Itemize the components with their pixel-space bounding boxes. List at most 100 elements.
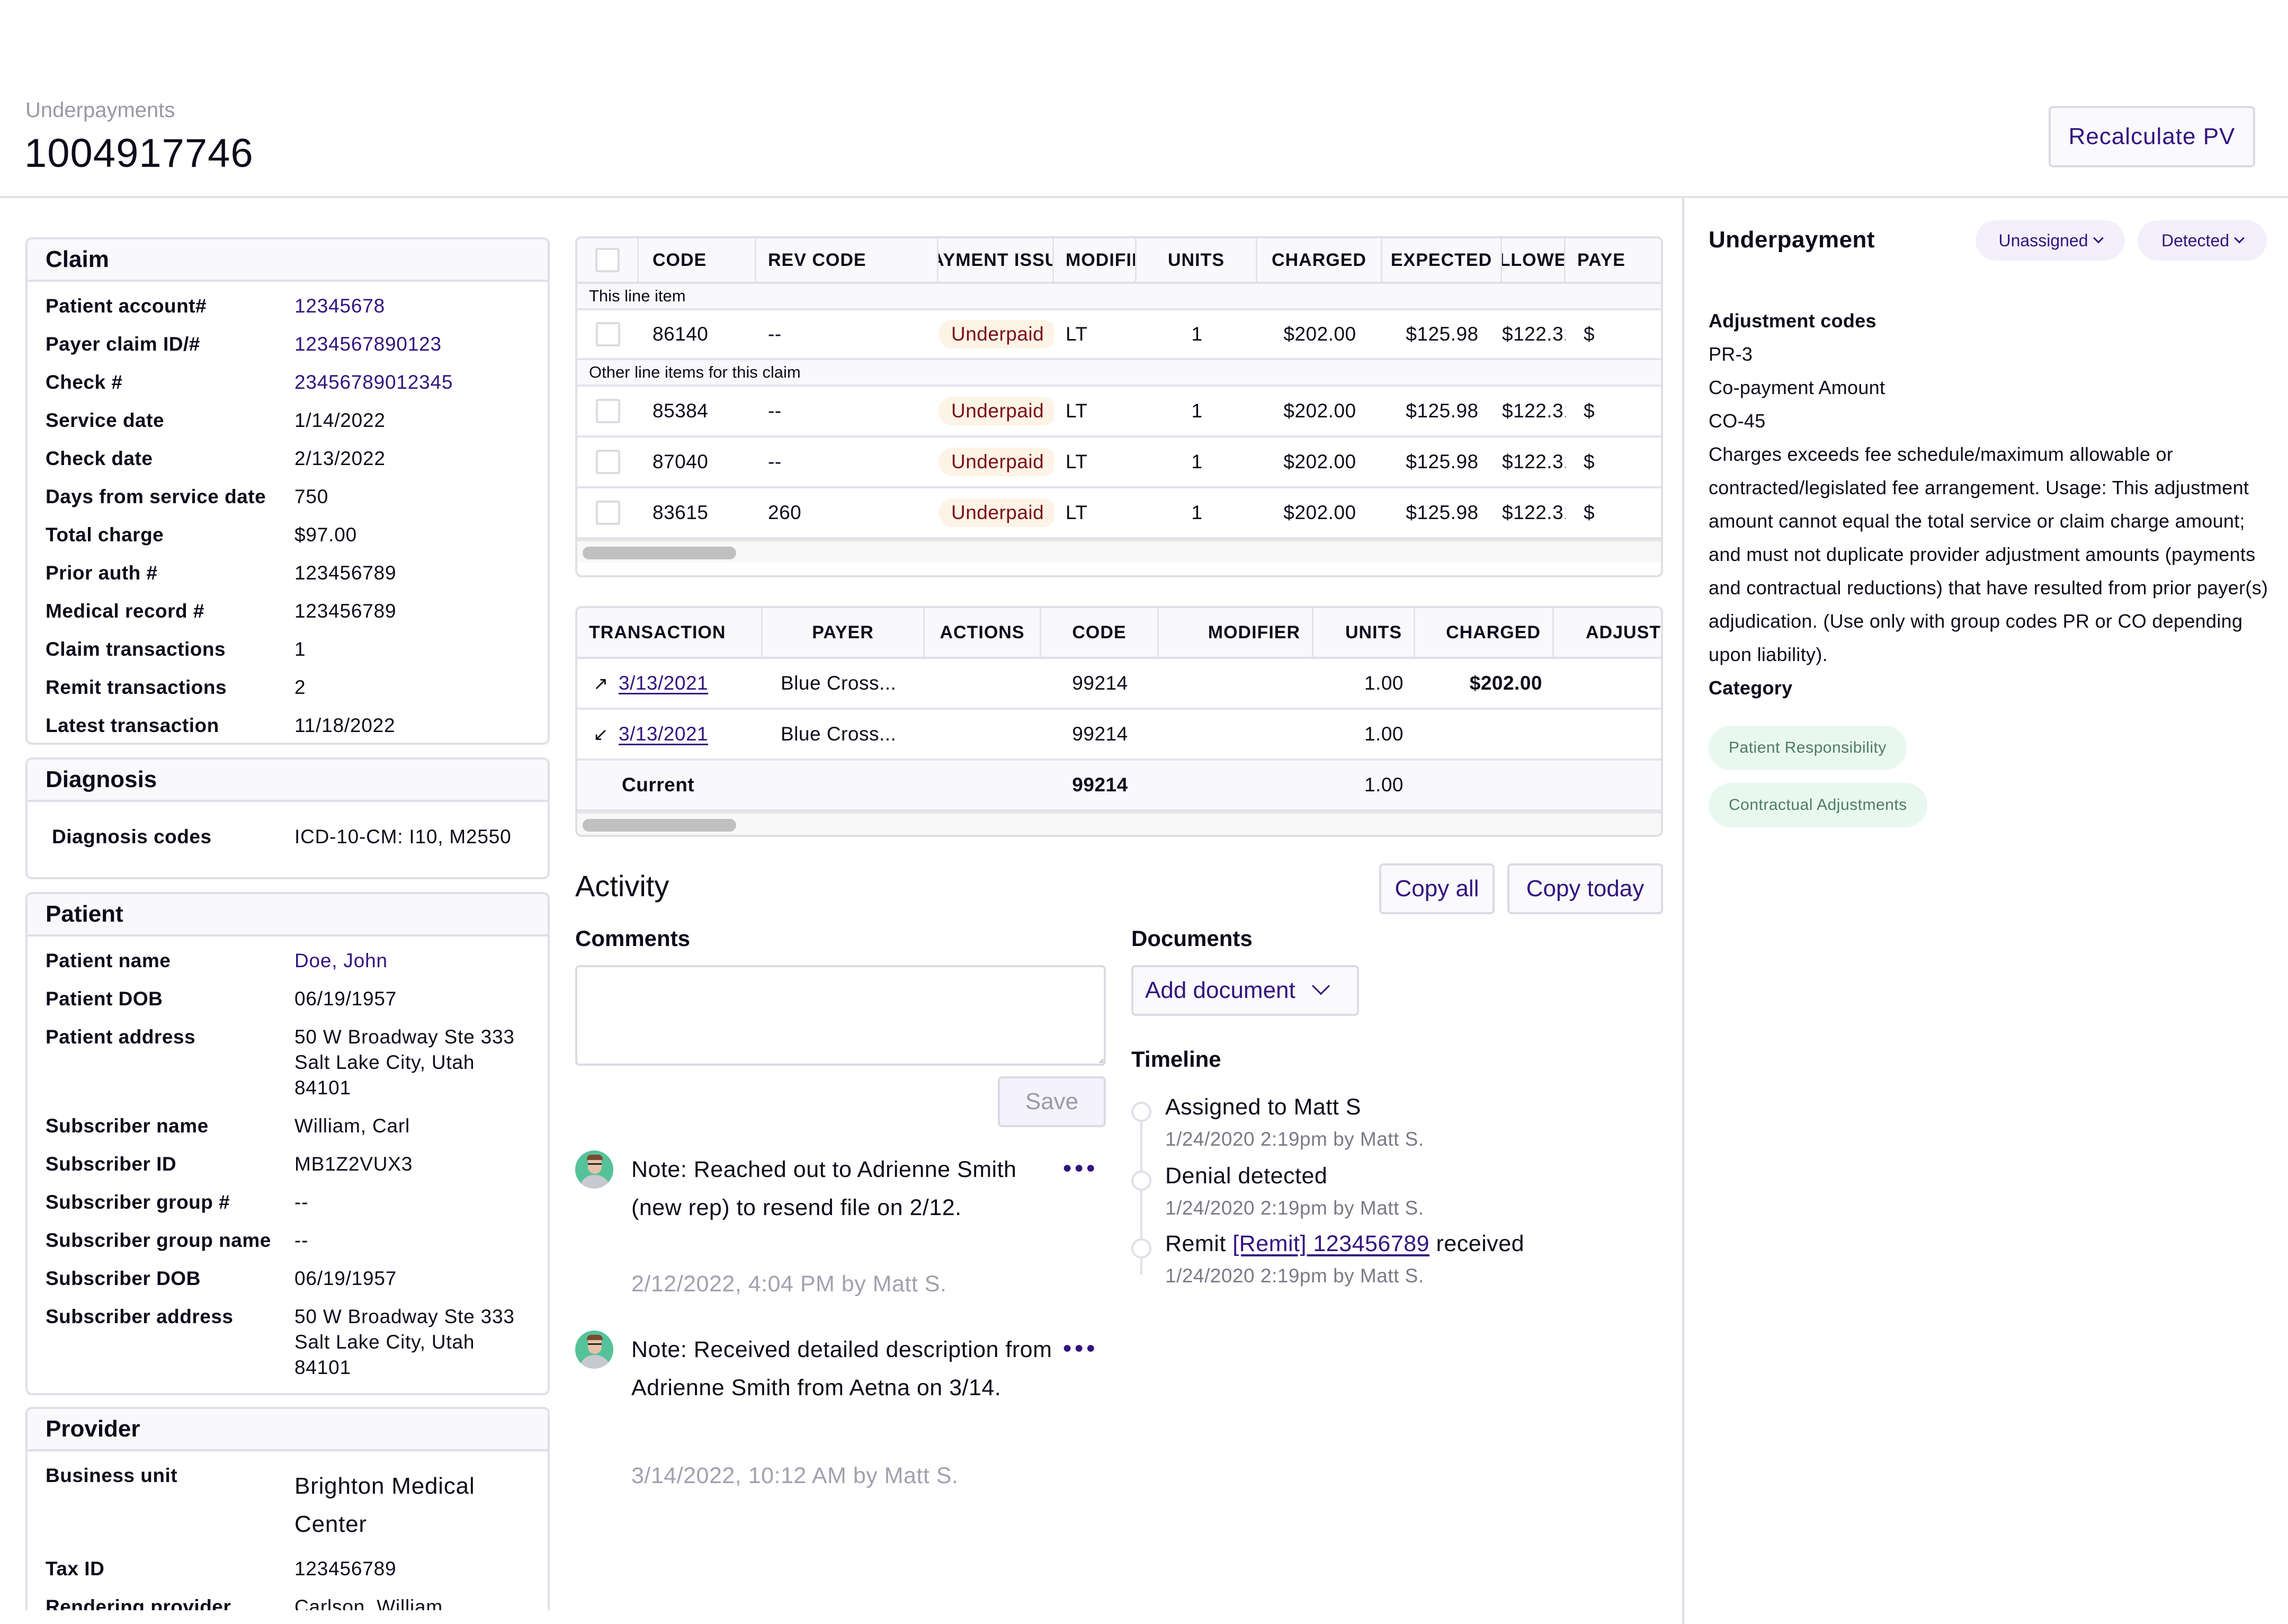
claim-card: Claim Patient account# 12345678 Payer clai…	[25, 237, 550, 745]
patient-name-value[interactable]: Doe, John	[294, 948, 388, 974]
cell-allowed: $122.31	[1502, 323, 1566, 345]
add-document-label: Add document	[1145, 977, 1295, 1003]
days-from-service-date-row: Days from service date 750	[46, 484, 548, 510]
row-checkbox[interactable]	[596, 501, 620, 525]
more-options-icon[interactable]: ●●●	[1062, 1159, 1097, 1177]
check-label: Check #	[46, 371, 123, 393]
column-header-code[interactable]: CODE	[1041, 608, 1159, 657]
cell-code: 99214	[1072, 774, 1128, 796]
row-select-cell	[577, 450, 639, 474]
payer-claim-id-value[interactable]: 1234567890123	[294, 332, 442, 357]
column-header-expected[interactable]: EXPECTED	[1382, 238, 1502, 282]
column-header-rev-code[interactable]: REV CODE	[756, 238, 939, 282]
table-row[interactable]: 85384 -- Underpaid LT 1 $202.00 $125.98 $122.31…	[577, 387, 1661, 438]
cell-payer: $	[1584, 451, 1595, 472]
cell-modifier: LT	[1066, 323, 1088, 345]
cell-payer: $	[1584, 400, 1595, 422]
tax-id-label: Tax ID	[46, 1558, 105, 1580]
transaction-row[interactable]: ↙ 3/13/2021 Blue Cross... 99214 1.00	[577, 710, 1661, 761]
assignee-dropdown[interactable]: Unassigned	[1976, 220, 2125, 261]
business-unit-value: Brighton Medical Center	[294, 1473, 475, 1537]
transactions-scrollbar[interactable]	[577, 811, 1661, 835]
table-row[interactable]: 86140 -- Underpaid LT 1 $202.00 $125.98 $122.31…	[577, 310, 1661, 360]
this-line-item-rows: 86140 -- Underpaid LT 1 $202.00 $125.98 $122.31…	[577, 310, 1661, 360]
group-this-line-item: This line item	[577, 284, 1661, 310]
scrollbar-thumb[interactable]	[583, 819, 736, 832]
transaction-current-row: Current 99214 1.00	[577, 761, 1661, 811]
cell-units: 1.00	[1364, 672, 1404, 694]
cell-code: 85384	[653, 400, 709, 422]
table-row[interactable]: 83615 260 Underpaid LT 1 $202.00 $125.98 $122.3…	[577, 488, 1661, 539]
category-tag: Patient Responsibility	[1709, 726, 1907, 770]
more-options-icon[interactable]: ●●●	[1062, 1339, 1097, 1357]
cell-allowed: $122.31	[1502, 502, 1566, 523]
subscriber-address-value: 50 W Broadway Ste 333 Salt Lake City, Ut…	[294, 1306, 515, 1378]
claim-details: Patient account# 12345678 Payer claim ID/#…	[28, 282, 548, 738]
activity-title: Activity	[575, 869, 669, 903]
comment-input[interactable]	[575, 965, 1106, 1066]
timeline-meta: 1/24/2020 2:19pm by Matt S.	[1165, 1265, 1424, 1287]
table-row[interactable]: 87040 -- Underpaid LT 1 $202.00 $125.98 $122.31…	[577, 438, 1661, 488]
column-header-payer[interactable]: PAYER	[763, 608, 925, 657]
cell-charged: $202.00	[1283, 400, 1356, 422]
row-checkbox[interactable]	[596, 450, 620, 474]
service-date-label: Service date	[46, 409, 165, 431]
patient-card-title: Patient	[28, 894, 548, 936]
status-dropdown[interactable]: Detected	[2138, 220, 2267, 261]
cell-charged: $202.00	[1283, 502, 1356, 523]
column-header-modifier[interactable]: MODIFIER	[1159, 608, 1313, 657]
select-all-column	[577, 238, 639, 282]
column-header-payment-issue[interactable]: PAYMENT ISSUE	[939, 238, 1054, 282]
column-header-charged[interactable]: CHARGED	[1415, 608, 1554, 657]
copy-all-button[interactable]: Copy all	[1379, 863, 1495, 914]
column-header-allowed[interactable]: ALLOWED	[1502, 238, 1566, 282]
tax-id-row: Tax ID 123456789	[46, 1556, 548, 1582]
check-value[interactable]: 23456789012345	[294, 370, 453, 395]
remit-link[interactable]: [Remit] 123456789	[1232, 1231, 1429, 1256]
row-select-cell	[577, 322, 639, 346]
cell-expected: $125.98	[1406, 451, 1479, 472]
copy-today-button[interactable]: Copy today	[1507, 863, 1663, 914]
cell-units: 1.00	[1364, 723, 1404, 745]
column-header-actions[interactable]: ACTIONS	[925, 608, 1041, 657]
timeline-title-prefix: Remit	[1165, 1231, 1233, 1256]
column-header-charged[interactable]: CHARGED	[1257, 238, 1382, 282]
row-checkbox[interactable]	[596, 399, 620, 423]
recalculate-pv-button[interactable]: Recalculate PV	[2049, 106, 2255, 167]
column-header-code[interactable]: CODE	[639, 238, 756, 282]
add-document-dropdown[interactable]: Add document	[1131, 965, 1359, 1016]
line-items-scrollbar[interactable]	[577, 539, 1661, 563]
adjustment-details: Adjustment codes PR-3 Co-payment Amount …	[1709, 304, 2270, 827]
cell-units: 1	[1191, 323, 1203, 345]
column-header-adjust[interactable]: ADJUST	[1554, 608, 1661, 657]
patient-account-value[interactable]: 12345678	[294, 293, 385, 319]
row-checkbox[interactable]	[596, 322, 620, 346]
transaction-date-link[interactable]: 3/13/2021	[619, 723, 708, 745]
column-header-units[interactable]: UNITS	[1137, 238, 1257, 282]
status-badge-underpaid: Underpaid	[939, 498, 1054, 527]
remit-transactions-label: Remit transactions	[46, 676, 227, 698]
subscriber-group-label: Subscriber group #	[46, 1191, 230, 1213]
select-all-checkbox[interactable]	[595, 248, 620, 272]
column-header-paye[interactable]: PAYE	[1566, 238, 1629, 282]
transaction-date-link[interactable]: 3/13/2021	[619, 672, 708, 694]
breadcrumb[interactable]: Underpayments	[25, 99, 175, 122]
column-header-transaction[interactable]: TRANSACTION	[577, 608, 763, 657]
adjustment-code: PR-3	[1709, 343, 1753, 365]
status-badge-underpaid: Underpaid	[939, 397, 1054, 425]
cell-modifier: LT	[1066, 451, 1088, 472]
subscriber-address-row: Subscriber address 50 W Broadway Ste 333 …	[46, 1304, 548, 1380]
documents-label: Documents	[1131, 926, 1253, 951]
column-header-modifier[interactable]: MODIFIER	[1054, 238, 1137, 282]
check-row: Check # 23456789012345	[46, 370, 548, 395]
save-comment-button[interactable]: Save	[998, 1076, 1106, 1127]
transaction-row[interactable]: ↗ 3/13/2021 Blue Cross... 99214 1.00 $202.00	[577, 659, 1661, 710]
patient-name-label: Patient name	[46, 950, 171, 971]
chevron-down-icon	[1311, 977, 1330, 995]
transactions-table: TRANSACTION PAYER ACTIONS CODE MODIFIER UNITS…	[575, 606, 1663, 837]
column-header-units[interactable]: UNITS	[1313, 608, 1415, 657]
note-text: Note: Received detailed description from…	[631, 1337, 1052, 1400]
scrollbar-thumb[interactable]	[583, 547, 736, 559]
medical-record-value: 123456789	[294, 600, 397, 622]
cell-expected: $125.98	[1406, 502, 1479, 523]
